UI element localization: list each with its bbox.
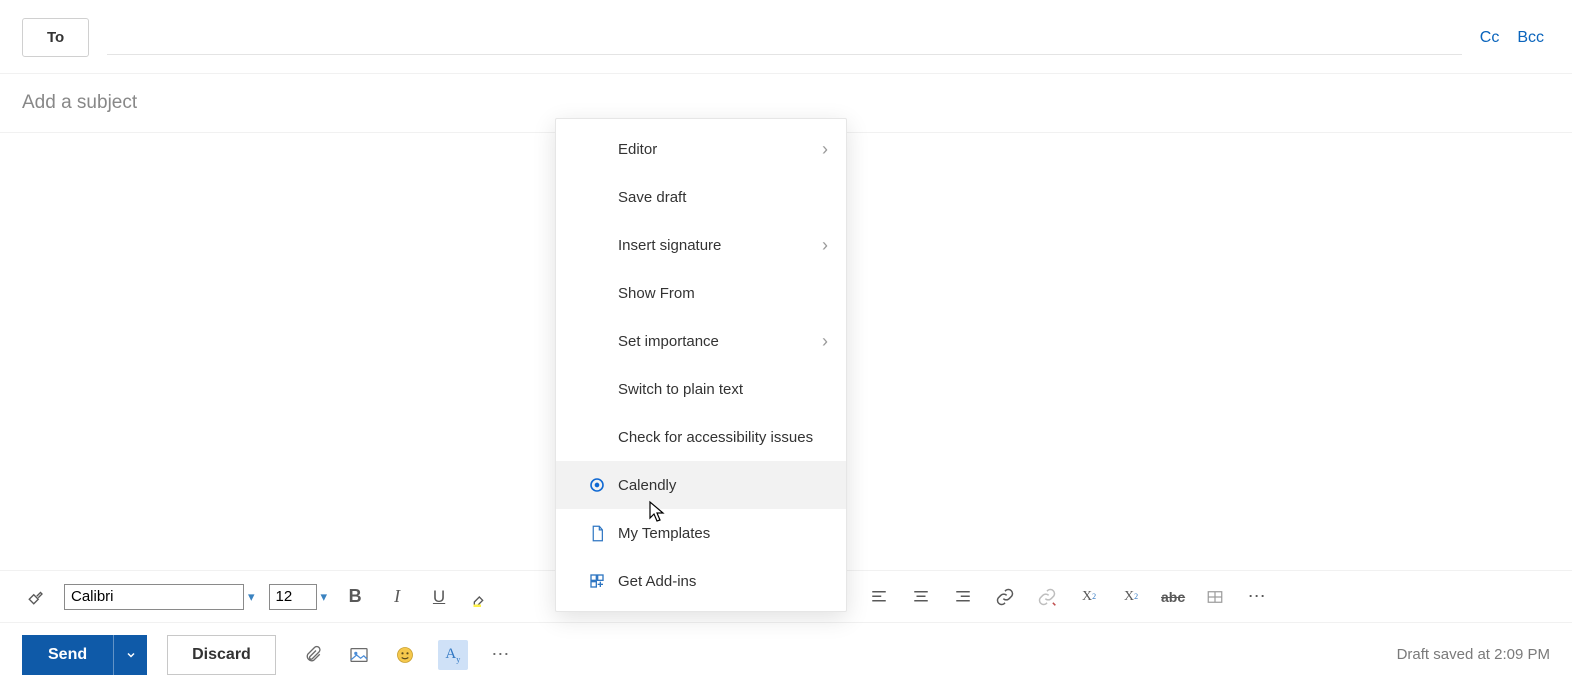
bold-button[interactable]: B <box>341 583 369 611</box>
send-button-group: Send <box>22 635 147 675</box>
font-name-dropdown-icon[interactable]: ▾ <box>248 589 255 605</box>
menu-insert-signature[interactable]: Insert signature › <box>556 221 846 269</box>
menu-save-draft[interactable]: Save draft <box>556 173 846 221</box>
menu-accessibility[interactable]: Check for accessibility issues <box>556 413 846 461</box>
unlink-button[interactable] <box>1033 583 1061 611</box>
underline-button[interactable]: U <box>425 583 453 611</box>
to-input[interactable] <box>107 21 1462 55</box>
link-button[interactable] <box>991 583 1019 611</box>
bcc-link[interactable]: Bcc <box>1517 29 1544 47</box>
menu-my-templates[interactable]: My Templates <box>556 509 846 557</box>
menu-show-from[interactable]: Show From <box>556 269 846 317</box>
draft-status: Draft saved at 2:09 PM <box>1397 646 1550 663</box>
signature-icon[interactable]: Ay <box>438 640 468 670</box>
chevron-right-icon: › <box>822 235 828 256</box>
menu-plain-text[interactable]: Switch to plain text <box>556 365 846 413</box>
font-size-dropdown-icon[interactable]: ▾ <box>321 589 328 605</box>
italic-button[interactable]: I <box>383 583 411 611</box>
more-format-button[interactable]: ⋯ <box>1243 583 1271 611</box>
menu-set-importance[interactable]: Set importance › <box>556 317 846 365</box>
recipients-row: To Cc Bcc <box>0 0 1572 74</box>
send-options-button[interactable] <box>113 635 147 675</box>
emoji-icon[interactable] <box>392 642 418 668</box>
strikethrough-button[interactable]: abc <box>1159 583 1187 611</box>
menu-editor[interactable]: Editor › <box>556 125 846 173</box>
chevron-right-icon: › <box>822 139 828 160</box>
format-painter-icon[interactable] <box>22 583 50 611</box>
align-left-button[interactable] <box>865 583 893 611</box>
addins-icon <box>586 573 608 589</box>
menu-calendly[interactable]: Calendly <box>556 461 846 509</box>
attach-icon[interactable] <box>300 642 326 668</box>
discard-button[interactable]: Discard <box>167 635 276 675</box>
font-name-input[interactable] <box>64 584 244 610</box>
highlight-button[interactable] <box>467 583 495 611</box>
insert-table-button[interactable] <box>1201 583 1229 611</box>
send-button[interactable]: Send <box>22 635 113 675</box>
to-button[interactable]: To <box>22 18 89 57</box>
superscript-button[interactable]: X2 <box>1075 583 1103 611</box>
chevron-right-icon: › <box>822 331 828 352</box>
more-actions-button[interactable]: ⋯ <box>488 642 514 668</box>
templates-icon <box>586 525 608 542</box>
align-center-button[interactable] <box>907 583 935 611</box>
menu-get-addins[interactable]: Get Add-ins <box>556 557 846 605</box>
action-bar: Send Discard Ay ⋯ Draft saved at 2:09 PM <box>0 622 1572 686</box>
align-right-button[interactable] <box>949 583 977 611</box>
font-size-input[interactable] <box>269 584 317 610</box>
calendly-icon <box>586 477 608 493</box>
insert-image-icon[interactable] <box>346 642 372 668</box>
cc-link[interactable]: Cc <box>1480 29 1500 47</box>
subscript-button[interactable]: X2 <box>1117 583 1145 611</box>
context-menu: Editor › Save draft Insert signature › S… <box>555 118 847 612</box>
